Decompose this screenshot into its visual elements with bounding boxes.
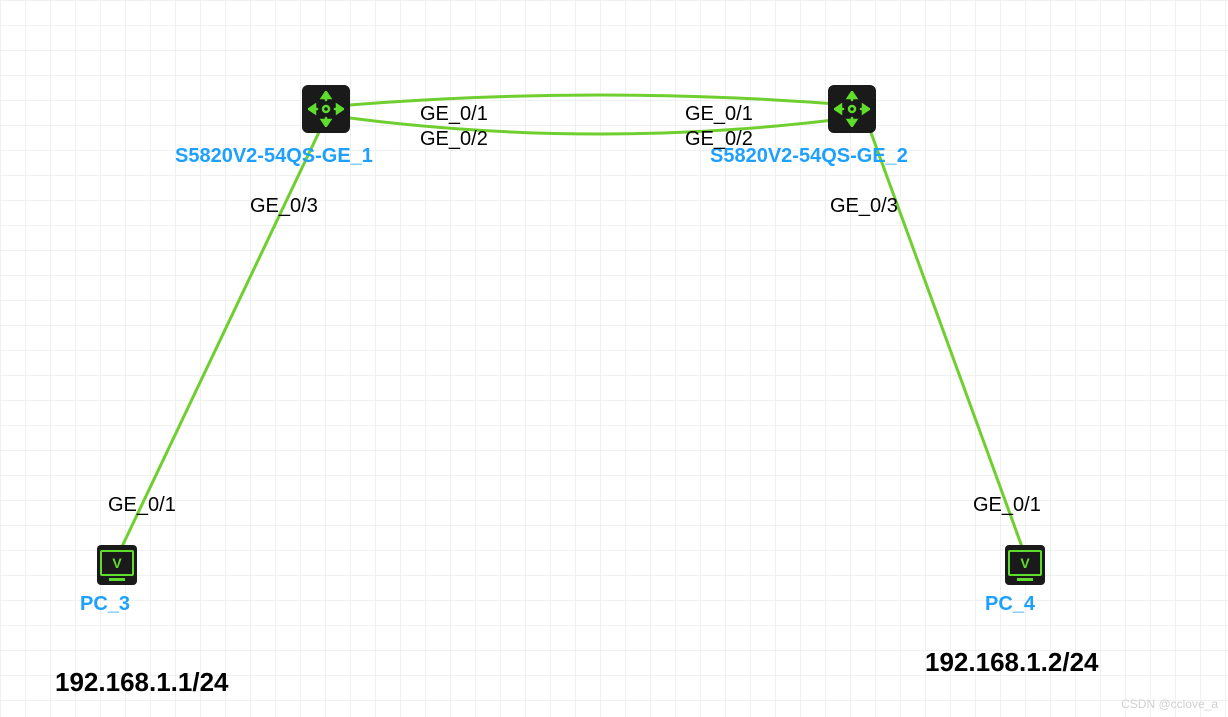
switch-icon — [828, 85, 876, 133]
port-label-sw1-ge03: GE_0/3 — [250, 195, 318, 218]
pc-icon: V — [97, 545, 137, 585]
device-pc-3[interactable]: V — [97, 545, 137, 585]
link-sw1-pc3 — [118, 130, 320, 555]
pc-icon: V — [1005, 545, 1045, 585]
device-switch-1[interactable] — [302, 85, 350, 133]
pc3-ip: 192.168.1.1/24 — [55, 667, 229, 698]
link-layer — [0, 0, 1228, 717]
device-switch-2[interactable] — [828, 85, 876, 133]
port-label-sw2-ge02: GE_0/2 — [685, 128, 753, 151]
arrows-cross-icon — [308, 91, 344, 127]
monitor-v-icon: V — [1008, 550, 1042, 576]
switch-icon — [302, 85, 350, 133]
pc-3-label: PC_3 — [80, 593, 130, 616]
port-label-pc3-ge01: GE_0/1 — [108, 494, 176, 517]
switch-1-label: S5820V2-54QS-GE_1 — [175, 145, 373, 168]
link-sw2-pc4 — [870, 130, 1025, 555]
topology-canvas[interactable]: S5820V2-54QS-GE_1 S5820V2-54QS-GE_2 V PC… — [0, 0, 1228, 717]
arrows-cross-icon — [834, 91, 870, 127]
port-label-sw2-ge01: GE_0/1 — [685, 103, 753, 126]
port-label-sw1-ge02: GE_0/2 — [420, 128, 488, 151]
pc4-ip: 192.168.1.2/24 — [925, 647, 1099, 678]
device-pc-4[interactable]: V — [1005, 545, 1045, 585]
monitor-v-icon: V — [100, 550, 134, 576]
watermark: CSDN @cclove_a — [1121, 697, 1218, 711]
port-label-sw2-ge03: GE_0/3 — [830, 195, 898, 218]
pc-4-label: PC_4 — [985, 593, 1035, 616]
port-label-pc4-ge01: GE_0/1 — [973, 494, 1041, 517]
port-label-sw1-ge01: GE_0/1 — [420, 103, 488, 126]
